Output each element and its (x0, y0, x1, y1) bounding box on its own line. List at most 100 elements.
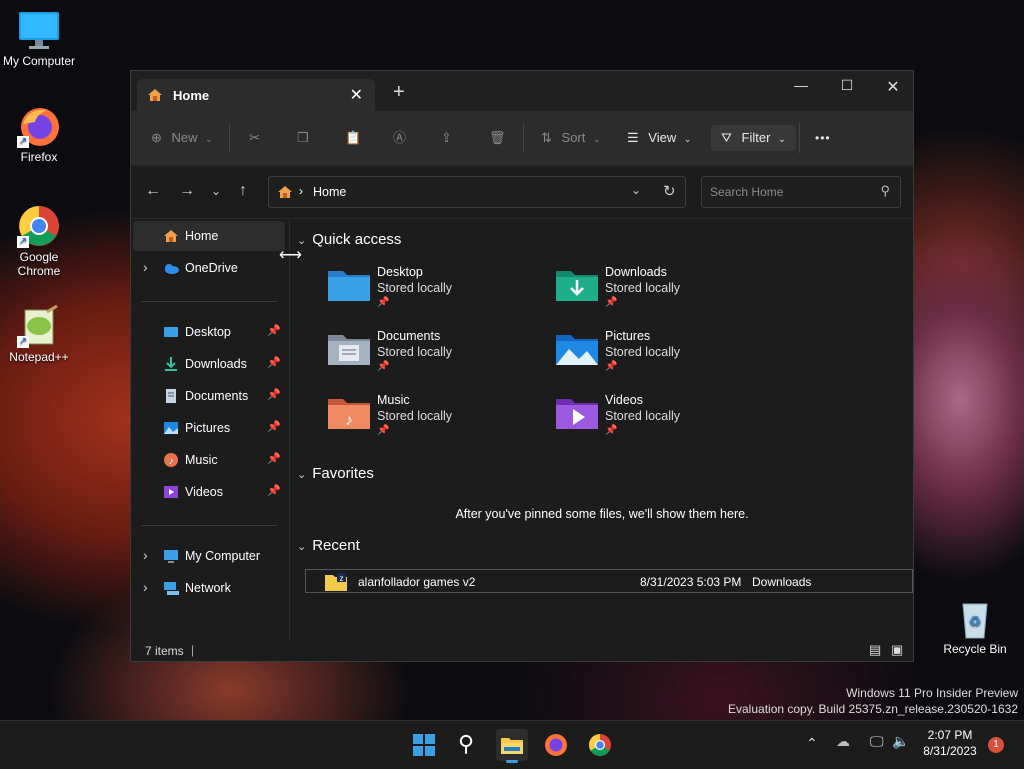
pin-icon: 📌 (267, 389, 281, 401)
breadcrumb-home[interactable]: Home (313, 185, 346, 199)
recent-item-row[interactable]: z alanfollador games v2 8/31/2023 5:03 P… (305, 569, 913, 593)
svg-text:♪: ♪ (169, 456, 174, 467)
desktop-icon-label: Google Chrome (17, 250, 61, 278)
sort-button[interactable]: ⇅ Sort ⌄ (541, 125, 601, 151)
chrome-icon: ↗ (17, 204, 61, 248)
filter-icon: ⛛ (721, 130, 732, 145)
desktop-icon-my-computer[interactable]: My Computer (0, 8, 78, 68)
maximize-button[interactable]: ☐ (827, 77, 867, 94)
close-tab-icon[interactable]: ✕ (350, 85, 363, 105)
tab-home[interactable]: Home ✕ (137, 79, 375, 111)
desktop-icon-notepadpp[interactable]: ↗ Notepad++ (0, 304, 78, 364)
sidebar-item-pictures[interactable]: Pictures 📌 (133, 413, 285, 443)
sidebar-item-documents[interactable]: Documents 📌 (133, 381, 285, 411)
section-favorites[interactable]: ⌄ Favorites (297, 465, 374, 482)
chevron-right-icon[interactable]: › (143, 259, 148, 275)
refresh-icon[interactable]: ↻ (663, 182, 676, 200)
filter-button[interactable]: ⛛ Filter ⌄ (711, 125, 796, 151)
cloud-icon (163, 260, 179, 276)
quick-access-item-music[interactable]: ♪ Music Stored locally 📌 (327, 391, 547, 447)
search-input[interactable]: Search Home (710, 185, 783, 199)
recent-locations-button[interactable]: ⌄ (211, 184, 221, 198)
quick-access-item-downloads[interactable]: Downloads Stored locally 📌 (555, 263, 775, 319)
music-folder-icon: ♪ (328, 399, 370, 429)
details-view-icon[interactable]: ▤ (869, 642, 881, 658)
section-quick-access[interactable]: ⌄ Quick access (297, 231, 401, 248)
close-window-button[interactable]: ✕ (873, 77, 913, 97)
network-tray-icon[interactable]: 🖵 (870, 733, 884, 750)
clock-date: 8/31/2023 (923, 744, 977, 758)
plus-circle-icon: ⊕ (151, 130, 162, 145)
rename-button[interactable]: Ⓐ (393, 125, 406, 151)
svg-text:♻: ♻ (969, 613, 982, 629)
clock[interactable]: 2:07 PM 8/31/2023 (918, 727, 982, 759)
forward-button[interactable]: → (179, 182, 195, 200)
back-button[interactable]: ← (145, 182, 161, 200)
sidebar-item-onedrive[interactable]: › OneDrive (133, 253, 285, 283)
sidebar-item-music[interactable]: ♪ Music 📌 (133, 445, 285, 475)
view-button[interactable]: ☰ View ⌄ (627, 125, 691, 151)
paste-button[interactable]: 📋 (345, 125, 361, 151)
windows-logo-icon (413, 734, 435, 756)
download-icon (163, 356, 179, 372)
desktop-icon-chrome[interactable]: ↗ Google Chrome (0, 204, 78, 278)
taskbar-firefox[interactable] (540, 729, 572, 761)
sidebar-item-home[interactable]: Home (133, 221, 285, 251)
section-recent[interactable]: ⌄ Recent (297, 537, 360, 554)
quick-access-item-documents[interactable]: Documents Stored locally 📌 (327, 327, 547, 383)
arrow-right-icon: → (179, 182, 195, 199)
shortcut-arrow-icon: ↗ (17, 336, 29, 348)
downloads-folder-icon (556, 271, 598, 301)
share-button[interactable]: ⇪ (441, 125, 452, 151)
pictures-icon (163, 420, 179, 436)
desktop-icon-label: Recycle Bin (943, 642, 1007, 656)
onedrive-tray-icon[interactable]: ☁ (836, 733, 850, 750)
sidebar-item-desktop[interactable]: Desktop 📌 (133, 317, 285, 347)
chevron-right-icon[interactable]: › (143, 579, 148, 595)
chevron-right-icon[interactable]: › (143, 547, 148, 563)
taskbar-chrome[interactable] (584, 729, 616, 761)
search-box[interactable]: Search Home ⚲ (701, 176, 901, 208)
quick-access-item-desktop[interactable]: Desktop Stored locally 📌 (327, 263, 547, 319)
volume-tray-icon[interactable]: 🔈 (892, 733, 909, 750)
start-button[interactable] (408, 729, 440, 761)
cut-button[interactable]: ✂ (249, 125, 260, 151)
more-options-button[interactable]: ••• (815, 125, 831, 151)
search-icon: ⚲ (458, 731, 475, 756)
recent-item-date: 8/31/2023 5:03 PM (640, 575, 742, 589)
pin-icon: 📌 (377, 425, 390, 436)
chevron-down-icon[interactable]: ⌄ (631, 183, 641, 197)
sidebar-item-downloads[interactable]: Downloads 📌 (133, 349, 285, 379)
new-tab-button[interactable]: + (393, 81, 405, 104)
sidebar-item-my-computer[interactable]: › My Computer (133, 541, 285, 571)
music-icon: ♪ (163, 452, 179, 468)
taskbar-file-explorer[interactable] (496, 729, 528, 763)
address-bar[interactable]: › Home ⌄ ↻ (268, 176, 686, 208)
evaluation-watermark-line1: Windows 11 Pro Insider Preview (846, 686, 1018, 700)
up-button[interactable]: ↑ (239, 182, 247, 200)
copy-button[interactable]: ❐ (297, 125, 309, 151)
notification-badge[interactable]: 1 (988, 737, 1004, 753)
desktop-icon-firefox[interactable]: ↗ Firefox (0, 104, 78, 164)
chevron-down-icon: ⌄ (683, 134, 692, 144)
minimize-button[interactable]: — (781, 77, 821, 93)
home-icon (277, 184, 293, 205)
sidebar-item-videos[interactable]: Videos 📌 (133, 477, 285, 507)
recent-item-location: Downloads (752, 575, 812, 589)
home-icon (147, 87, 163, 108)
delete-button[interactable]: 🗑 (489, 125, 506, 151)
desktop-icon-label: Firefox (20, 150, 58, 164)
show-hidden-icons-button[interactable]: ⌃ (806, 735, 818, 752)
sidebar-item-network[interactable]: › Network (133, 573, 285, 603)
tab-title: Home (173, 88, 210, 103)
desktop-icon-recycle-bin[interactable]: ♻ Recycle Bin (936, 596, 1014, 656)
shortcut-arrow-icon: ↗ (17, 236, 29, 248)
quick-access-item-pictures[interactable]: Pictures Stored locally 📌 (555, 327, 775, 383)
taskbar-search-button[interactable]: ⚲ (452, 729, 484, 761)
svg-text:♪: ♪ (345, 412, 353, 429)
new-button[interactable]: ⊕ New ⌄ (151, 125, 213, 151)
clipboard-icon: 📋 (345, 130, 362, 145)
quick-access-item-videos[interactable]: Videos Stored locally 📌 (555, 391, 775, 447)
title-bar: Home ✕ + — ☐ ✕ (131, 71, 913, 111)
tiles-view-icon[interactable]: ▣ (891, 642, 903, 658)
